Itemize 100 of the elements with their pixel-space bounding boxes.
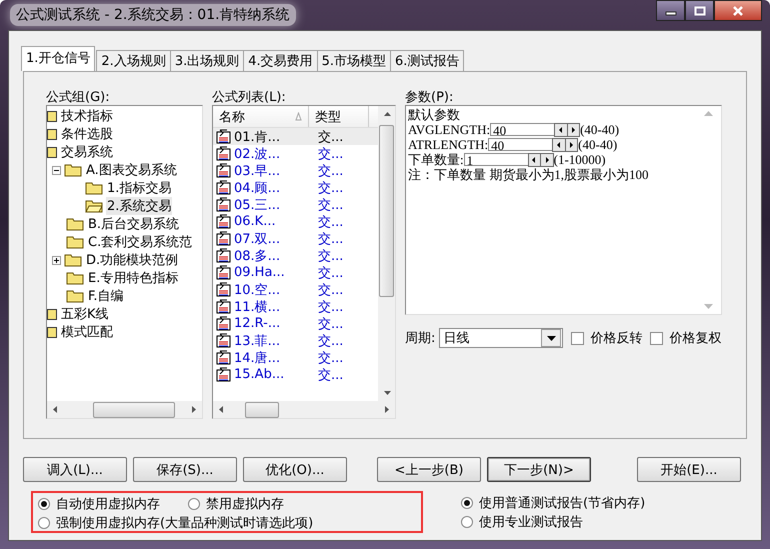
scroll-left-icon[interactable] <box>51 404 60 415</box>
spin-field[interactable]: 40 <box>490 123 554 136</box>
dialog-button[interactable]: <上一步(B) <box>377 457 481 482</box>
spin-up-icon[interactable] <box>541 154 553 166</box>
period-dropdown[interactable]: 日线 <box>439 328 564 348</box>
scroll-thumb[interactable] <box>93 402 175 418</box>
spin-down-icon[interactable] <box>555 124 567 136</box>
list-row[interactable]: 13.菲... 交... <box>213 332 378 349</box>
radio-button[interactable] <box>461 516 473 528</box>
close-icon[interactable] <box>732 6 744 16</box>
radio-button[interactable] <box>188 498 200 510</box>
tree-item[interactable]: B.后台交易系统 <box>87 215 180 233</box>
checkbox[interactable] <box>571 332 584 344</box>
spin-up-icon[interactable] <box>566 138 578 150</box>
radio-label[interactable]: 禁用虚拟内存 <box>206 494 284 512</box>
list-row[interactable]: 09.Ha... 交... <box>213 264 378 281</box>
tab[interactable]: 1.开仓信号 <box>21 46 96 71</box>
dialog-button[interactable]: 调入(L)... <box>23 457 127 482</box>
close-button[interactable] <box>714 0 762 21</box>
expand-icon[interactable] <box>52 256 61 264</box>
tree-item[interactable]: 五彩K线 <box>60 305 110 323</box>
formula-name: 02.波... <box>234 146 280 162</box>
tree-item[interactable]: 技术指标 <box>60 107 114 125</box>
minimize-button[interactable] <box>656 0 685 21</box>
checkbox-label[interactable]: 价格反转 <box>590 329 642 347</box>
horizontal-scrollbar[interactable] <box>213 401 395 418</box>
dropdown-arrow-icon[interactable] <box>546 336 556 340</box>
collapse-icon[interactable] <box>52 166 61 174</box>
tree-item[interactable]: A.图表交易系统 <box>85 161 178 179</box>
formula-icon <box>216 214 231 229</box>
radio-label[interactable]: 使用普通测试报告(节省内存) <box>479 494 646 512</box>
scroll-right-icon[interactable] <box>382 404 391 415</box>
radio-button[interactable] <box>461 496 473 508</box>
tree-item[interactable]: 条件选股 <box>60 125 114 143</box>
formula-name: 11.横... <box>234 298 280 316</box>
scroll-right-icon[interactable] <box>189 404 198 415</box>
list-row[interactable]: 07.双... 交... <box>213 230 378 247</box>
tree-item[interactable]: 模式匹配 <box>60 323 114 341</box>
window-title: 公式测试系统 - 2.系统交易：01.肯特纳系统 <box>10 4 296 26</box>
column-header[interactable]: 名称 <box>213 106 309 127</box>
parameter-range: (40-40) <box>578 137 618 152</box>
list-row[interactable]: 11.横... 交... <box>213 298 378 315</box>
tree-item[interactable]: E.专用特色指标 <box>87 269 180 287</box>
tree-item[interactable]: D.功能模块范例 <box>85 251 180 269</box>
maximize-icon[interactable] <box>694 6 706 16</box>
tree-item[interactable]: F.自编 <box>87 287 125 305</box>
list-row[interactable]: 03.早... 交... <box>213 162 378 179</box>
spin-up-icon[interactable] <box>568 124 580 136</box>
checkbox-label[interactable]: 价格复权 <box>669 329 722 347</box>
vertical-scrollbar[interactable] <box>378 106 395 401</box>
spin-down-icon[interactable] <box>528 154 540 166</box>
radio-button[interactable] <box>38 516 50 528</box>
spin-down-icon[interactable] <box>553 138 565 150</box>
checkbox[interactable] <box>650 332 664 344</box>
list-row[interactable]: 10.空... 交... <box>213 281 378 298</box>
list-row[interactable]: 06.K... 交... <box>213 213 378 230</box>
tab[interactable]: 6.测试报告 <box>390 50 464 71</box>
tree-item[interactable]: C.套利交易系统范 <box>87 233 194 251</box>
formula-type: 交... <box>317 248 344 264</box>
spin-field[interactable]: 40 <box>488 138 552 151</box>
parameters-heading: 默认参数 <box>408 107 461 122</box>
list-row[interactable]: 05.三... 交... <box>213 196 378 213</box>
parameter-range: (40-40) <box>580 122 620 137</box>
radio-button[interactable] <box>38 498 50 510</box>
dialog-button[interactable]: 保存(S)... <box>133 457 237 482</box>
formula-icon <box>216 180 231 195</box>
list-row[interactable]: 02.波... 交... <box>213 145 378 162</box>
tab[interactable]: 2.入场规则 <box>96 50 171 71</box>
list-row[interactable]: 04.顾... 交... <box>213 179 378 196</box>
spin-field[interactable]: 1 <box>464 153 528 166</box>
list-row[interactable]: 12.R-... 交... <box>213 315 378 332</box>
tree-item[interactable]: 1.指标交易 <box>106 179 172 197</box>
formula-name: 01.肯... <box>234 128 280 146</box>
formula-type: 交... <box>317 180 344 196</box>
formula-name: 12.R-... <box>234 316 280 331</box>
scroll-thumb[interactable] <box>245 402 279 418</box>
list-row[interactable]: 08.多... 交... <box>213 247 378 264</box>
scroll-left-icon[interactable] <box>217 404 226 415</box>
dialog-button[interactable]: 开始(E)... <box>637 457 741 482</box>
list-row[interactable]: 15.Ab... 交... <box>213 366 378 383</box>
dialog-button[interactable]: 下一步(N)> <box>487 457 591 482</box>
formula-name: 13.菲... <box>234 332 280 350</box>
maximize-button[interactable] <box>685 0 714 21</box>
radio-label[interactable]: 强制使用虚拟内存(大量品种测试时请选此项) <box>56 514 314 532</box>
formula-name: 04.顾... <box>234 180 280 196</box>
column-header[interactable]: 类型 <box>309 106 369 127</box>
dialog-button[interactable]: 优化(O)... <box>243 457 347 482</box>
list-row[interactable]: 14.唐... 交... <box>213 349 378 366</box>
scroll-thumb[interactable] <box>379 125 394 297</box>
list-row[interactable]: 01.肯... 交... <box>213 128 378 145</box>
formula-name: 10.空... <box>234 282 280 298</box>
tree-item[interactable]: 2.系统交易 <box>106 197 172 215</box>
radio-label[interactable]: 自动使用虚拟内存 <box>56 494 160 512</box>
formula-name: 03.早... <box>234 162 280 180</box>
parameter-name: AVGLENGTH: <box>408 122 490 137</box>
horizontal-scrollbar[interactable] <box>47 401 202 418</box>
parameter-name: 下单数量: <box>408 152 464 167</box>
radio-label[interactable]: 使用专业测试报告 <box>479 512 583 530</box>
tree-item[interactable]: 交易系统 <box>60 143 114 161</box>
field-label: 公式列表(L): <box>212 89 287 105</box>
